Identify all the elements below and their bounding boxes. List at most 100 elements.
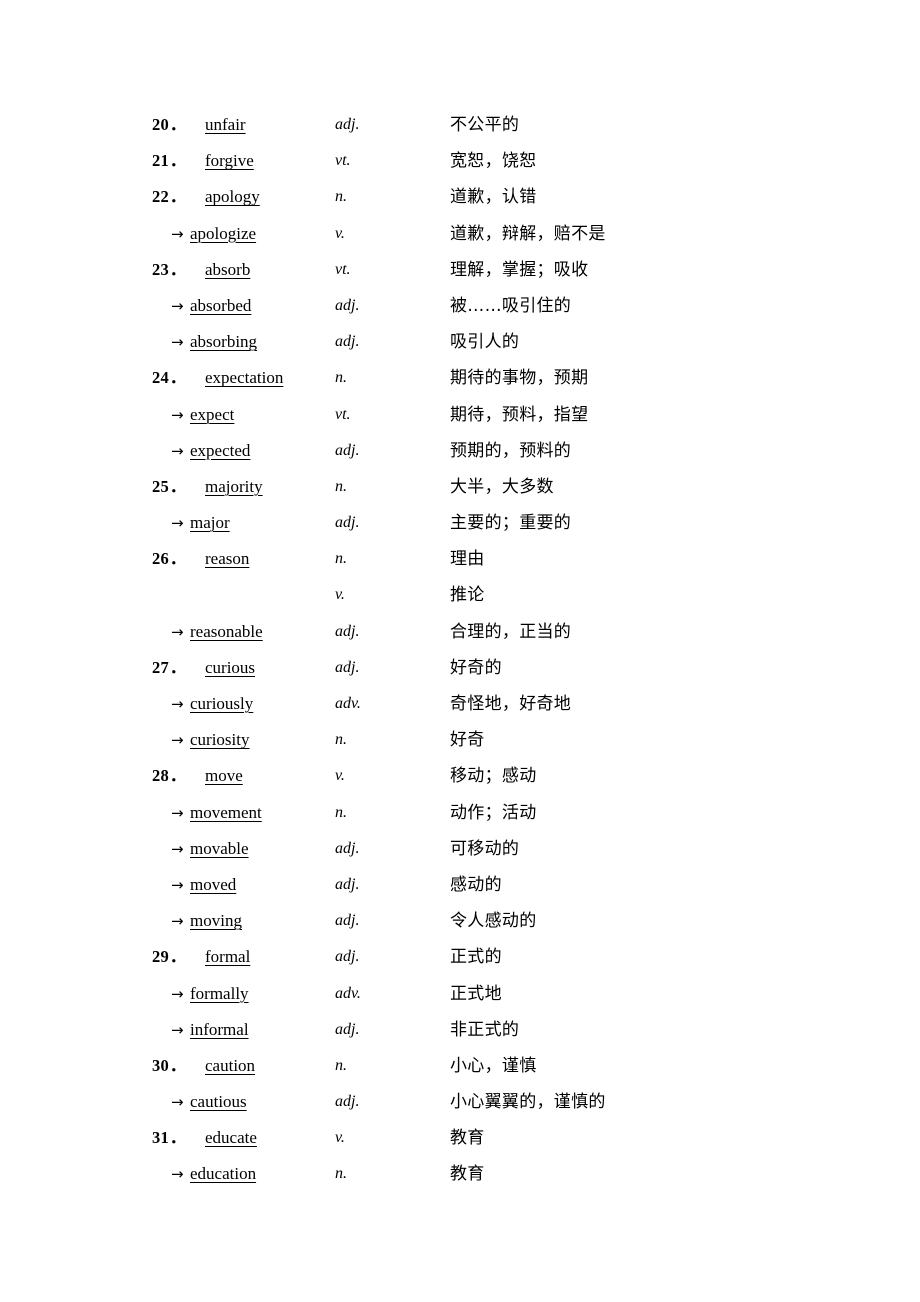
entry-number-value: 26: [152, 549, 169, 569]
entry-number-value: 21: [152, 151, 169, 171]
english-word-text: formally: [190, 983, 249, 1003]
entry-number-period: ．: [169, 657, 187, 677]
arrow-right-icon: →: [171, 731, 184, 750]
entry-number-period: ．: [169, 476, 187, 496]
english-word: curiosity: [190, 722, 250, 758]
chinese-definition: 非正式的: [450, 1019, 520, 1040]
english-word-text: curious: [205, 657, 256, 677]
vocabulary-entry-row: → apologize v. 道歉，辩解，赔不是: [152, 216, 852, 252]
english-word-text: absorbing: [190, 332, 258, 352]
entry-number: 28．: [152, 758, 208, 794]
english-word: forgive: [205, 143, 254, 179]
entry-number: 20．: [152, 107, 208, 143]
vocabulary-entry-row: → absorbed adj. 被……吸引住的: [152, 288, 852, 324]
english-word: major: [190, 505, 230, 541]
entry-number-value: 25: [152, 476, 169, 496]
vocabulary-entry-row: → informal adj. 非正式的: [152, 1012, 852, 1048]
english-word-text: unfair: [205, 115, 246, 134]
part-of-speech: adj.: [335, 912, 360, 930]
entry-number: 27．: [152, 650, 208, 686]
english-word: move: [205, 758, 243, 794]
arrow-right-icon: →: [171, 803, 184, 822]
entry-number-period: ．: [169, 151, 187, 171]
english-word-text: expected: [190, 440, 251, 460]
english-word: formal: [205, 939, 250, 975]
chinese-definition: 小心，谨慎: [450, 1055, 537, 1076]
part-of-speech: adv.: [335, 695, 361, 712]
english-word: movement: [190, 795, 262, 831]
vocabulary-entry-row: 31． educate v. 教育: [152, 1120, 852, 1156]
vocabulary-entry-row: 29． formal adj. 正式的: [152, 939, 852, 975]
chinese-definition: 期待，预料，指望: [450, 404, 589, 425]
entry-number-period: ．: [169, 187, 187, 207]
chinese-definition: 小心翼翼的，谨慎的: [450, 1092, 606, 1113]
chinese-definition: 好奇的: [450, 657, 502, 678]
english-word-text: curiosity: [190, 730, 250, 750]
part-of-speech: vt.: [335, 152, 351, 170]
arrow-right-icon: →: [171, 695, 184, 713]
english-word-text: reasonable: [190, 621, 263, 641]
chinese-definition: 移动；感动: [450, 766, 537, 787]
chinese-definition: 教育: [450, 1164, 485, 1185]
chinese-definition: 被……吸引住的: [450, 295, 572, 316]
entry-number-period: ．: [169, 1128, 187, 1148]
arrow-right-icon: →: [171, 839, 184, 858]
entry-number-value: 29: [152, 947, 169, 967]
part-of-speech: adj.: [335, 875, 360, 893]
vocabulary-entry-row: → expect vt. 期待，预料，指望: [152, 397, 852, 433]
english-word: movable: [190, 831, 249, 867]
vocabulary-entry-row: → moving adj. 令人感动的: [152, 903, 852, 939]
entry-number: 26．: [152, 541, 208, 577]
entry-number-period: ．: [169, 1055, 187, 1075]
english-word-text: moving: [190, 911, 242, 931]
entry-number-value: 23: [152, 259, 169, 279]
arrow-right-icon: →: [171, 912, 184, 931]
chinese-definition: 奇怪地，好奇地: [450, 694, 572, 714]
entry-number: 25．: [152, 469, 208, 505]
entry-number-period: ．: [169, 259, 187, 279]
vocabulary-entry-row: → major adj. 主要的；重要的: [152, 505, 852, 541]
chinese-definition: 可移动的: [450, 838, 520, 859]
english-word: expected: [190, 433, 250, 469]
english-word-text: absorb: [205, 259, 251, 279]
english-word-text: moved: [190, 874, 237, 894]
english-word-text: major: [190, 513, 230, 533]
english-word-text: move: [205, 766, 243, 786]
part-of-speech: adj.: [335, 839, 360, 857]
vocabulary-entry-row: 22． apology n. 道歉，认错: [152, 179, 852, 215]
english-word: absorbing: [190, 324, 257, 360]
vocabulary-entry-row: 24． expectation n. 期待的事物，预期: [152, 360, 852, 396]
arrow-right-icon: →: [171, 1165, 184, 1184]
chinese-definition: 令人感动的: [450, 911, 537, 932]
entry-number: 29．: [152, 939, 208, 975]
arrow-right-icon: →: [171, 296, 184, 315]
chinese-definition: 吸引人的: [450, 332, 520, 353]
english-word-text: apologize: [190, 223, 257, 243]
vocabulary-list: 20． unfair adj. 不公平的 21． forgive vt. 宽恕，饶恕 22． ap…: [152, 107, 852, 1193]
entry-continuation-marker: [152, 577, 208, 613]
chinese-definition: 好奇: [450, 730, 485, 751]
english-word: apologize: [190, 216, 256, 252]
vocabulary-entry-row: → movement n. 动作；活动: [152, 795, 852, 831]
vocabulary-entry-row: → moved adj. 感动的: [152, 867, 852, 903]
vocabulary-entry-row: → absorbing adj. 吸引人的: [152, 324, 852, 360]
english-word: moved: [190, 867, 236, 903]
arrow-right-icon: →: [171, 984, 184, 1003]
vocabulary-entry-row: → reasonable adj. 合理的，正当的: [152, 614, 852, 650]
english-word: curiously: [190, 686, 253, 722]
part-of-speech: adj.: [335, 948, 360, 966]
english-word-text: informal: [190, 1019, 249, 1039]
english-word: curious: [205, 650, 255, 686]
english-word-text: absorbed: [190, 295, 252, 315]
entry-number: 21．: [152, 143, 208, 179]
entry-number: 23．: [152, 252, 208, 288]
chinese-definition: 正式的: [450, 947, 502, 968]
entry-number-period: ．: [169, 947, 187, 967]
arrow-right-icon: →: [171, 333, 184, 352]
chinese-definition: 主要的；重要的: [450, 513, 572, 534]
part-of-speech: v.: [335, 586, 345, 604]
arrow-right-icon: →: [171, 1020, 184, 1039]
arrow-right-icon: →: [171, 441, 184, 460]
part-of-speech: adv.: [335, 984, 361, 1002]
chinese-definition: 道歉，辩解，赔不是: [450, 223, 606, 244]
